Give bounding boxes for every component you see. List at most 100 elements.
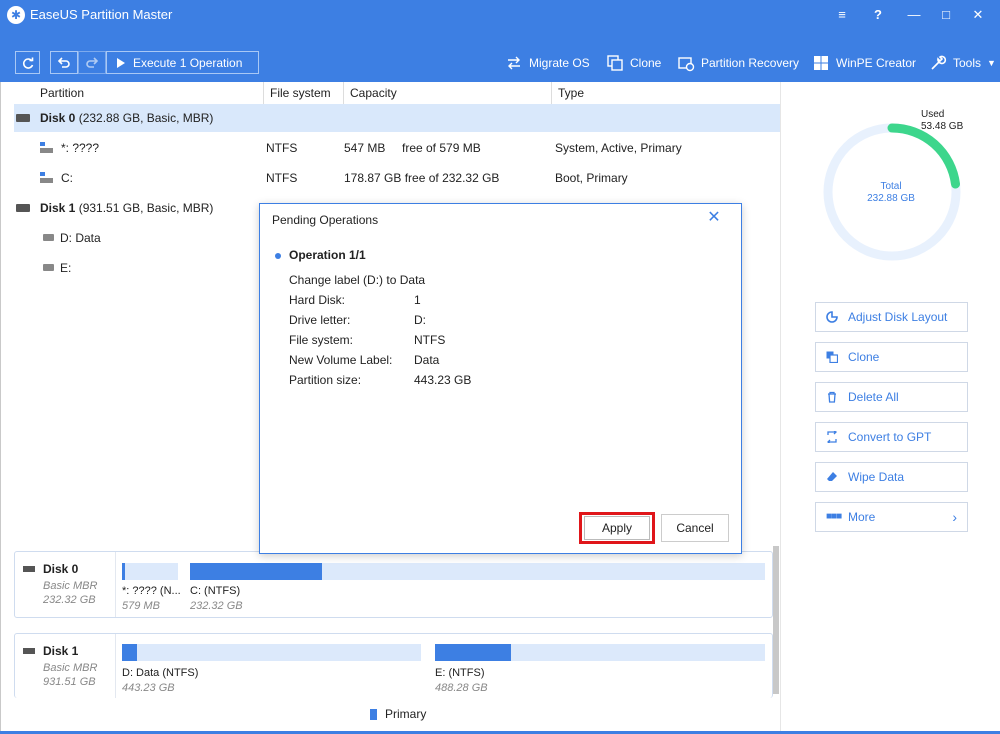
used-label: Used 53.48 GB [921, 109, 963, 133]
partition-icon [43, 234, 54, 241]
disk-icon [16, 114, 30, 122]
partition-map-label: E: (NTFS) [435, 667, 485, 679]
column-header-capacity[interactable]: Capacity [344, 82, 552, 104]
partition-capacity: 178.87 GB free of 232.32 GB [344, 171, 500, 185]
more-icon: ■■■ [826, 511, 842, 522]
column-header-partition[interactable]: Partition [34, 82, 264, 104]
convert-to-gpt-button[interactable]: Convert to GPT [815, 422, 968, 452]
detail-value: D: [414, 313, 426, 327]
action-label: Wipe Data [848, 470, 905, 484]
menu-icon[interactable]: ≡ [830, 4, 854, 26]
disk-map-size: 232.32 GB [43, 594, 96, 606]
disk-map-name: Disk 0 [43, 562, 79, 576]
partition-name: *: ???? [61, 141, 100, 155]
cancel-button[interactable]: Cancel [661, 514, 729, 542]
partition-bar-e[interactable] [435, 644, 765, 661]
recovery-icon [678, 57, 695, 72]
partition-bar-d[interactable] [122, 644, 421, 661]
wipe-icon [827, 472, 837, 481]
dialog-title: Pending Operations [272, 213, 379, 227]
disk-map-card-disk-0[interactable]: Disk 0 Basic MBR 232.32 GB *: ???? (N...… [14, 551, 773, 618]
detail-value: 1 [414, 293, 421, 307]
table-row-disk-0[interactable]: Disk 0 (232.88 GB, Basic, MBR) [14, 104, 780, 132]
redo-icon [86, 56, 99, 68]
column-header-file-system[interactable]: File system [264, 82, 344, 104]
disk-name: Disk 0 [40, 111, 76, 125]
table-row-partition-system[interactable]: *: ???? NTFS 547 MB free of 579 MB Syste… [14, 134, 780, 162]
action-label: Clone [848, 350, 880, 364]
partition-capacity-free: free of 579 MB [402, 141, 481, 155]
detail-value: Data [414, 353, 440, 367]
tool-label: Tools [953, 56, 982, 70]
action-label: Convert to GPT [848, 430, 932, 444]
detail-value: NTFS [414, 333, 446, 347]
chevron-right-icon: › [952, 509, 957, 525]
tool-winpe-creator[interactable]: WinPE Creator [812, 53, 916, 73]
adjust-icon [826, 311, 838, 323]
partition-map-size: 443.23 GB [122, 682, 175, 694]
disk-label: Disk 0 (232.88 GB, Basic, MBR) [40, 111, 213, 125]
partition-bar-fill [190, 563, 323, 580]
tool-label: Clone [630, 56, 662, 70]
partition-bar-fill [435, 644, 511, 661]
dialog-close-icon[interactable]: ✕ [706, 210, 722, 226]
clone-button[interactable]: Clone [815, 342, 968, 372]
adjust-disk-layout-button[interactable]: Adjust Disk Layout [815, 302, 968, 332]
delete-all-button[interactable]: Delete All [815, 382, 968, 412]
disk-detail: (232.88 GB, Basic, MBR) [78, 111, 214, 125]
partition-map-size: 488.28 GB [435, 682, 488, 694]
help-icon[interactable]: ? [866, 4, 890, 26]
refresh-button[interactable] [15, 51, 40, 74]
total-caption: Total [880, 181, 902, 192]
apply-button[interactable]: Apply [584, 516, 650, 540]
partition-bar-fill [122, 644, 137, 661]
total-value: 232.88 GB [867, 193, 915, 204]
disk-label: Disk 1 (931.51 GB, Basic, MBR) [40, 201, 213, 215]
disk-map-name: Disk 1 [43, 644, 79, 658]
disk-map-type: Basic MBR [43, 662, 98, 674]
action-label: Adjust Disk Layout [848, 310, 948, 324]
operation-bullet [275, 253, 281, 259]
tool-partition-recovery[interactable]: Partition Recovery [677, 53, 799, 73]
more-button[interactable]: ■■■ More › [815, 502, 968, 532]
redo-button[interactable] [78, 51, 106, 74]
wipe-data-button[interactable]: Wipe Data [815, 462, 968, 492]
disk-map-info: Disk 0 Basic MBR 232.32 GB [15, 552, 116, 617]
trash-icon [828, 391, 836, 403]
partition-name: E: [60, 261, 72, 275]
tool-tools-dropdown[interactable]: Tools ▼ [929, 53, 996, 73]
detail-key: New Volume Label: [289, 353, 393, 367]
minimize-button[interactable]: — [902, 4, 926, 26]
detail-value: 443.23 GB [414, 373, 472, 387]
disk-icon [23, 648, 35, 654]
clone-icon [607, 55, 623, 71]
partition-bar-c[interactable] [190, 563, 765, 580]
disk-icon [23, 566, 35, 572]
operation-description: Change label (D:) to Data [289, 273, 426, 287]
table-row-partition-c[interactable]: C: NTFS 178.87 GB free of 232.32 GB Boot… [14, 164, 780, 192]
pending-operations-dialog: Pending Operations ✕ Operation 1/1 Chang… [259, 203, 742, 554]
detail-key: File system: [289, 333, 354, 347]
disk-map-type: Basic MBR [43, 580, 98, 592]
partition-bar-fill [122, 563, 125, 580]
partition-type: System, Active, Primary [555, 141, 682, 155]
used-value: 53.48 GB [921, 121, 964, 132]
partition-capacity-used: 547 MB [344, 141, 386, 155]
column-header-type[interactable]: Type [552, 82, 780, 104]
tool-migrate-os[interactable]: Migrate OS [505, 53, 590, 73]
legend-label: Primary [385, 707, 427, 721]
partition-map-size: 579 MB [122, 600, 160, 612]
app-logo-icon: ✱ [7, 6, 25, 24]
scrollbar[interactable] [773, 546, 779, 694]
partition-map-label: *: ???? (N... [122, 585, 181, 597]
partition-bar-system[interactable] [122, 563, 178, 580]
tool-clone[interactable]: Clone [606, 53, 661, 73]
disk-map-card-disk-1[interactable]: Disk 1 Basic MBR 931.51 GB D: Data (NTFS… [14, 633, 773, 698]
tool-label: WinPE Creator [836, 56, 917, 70]
close-button[interactable]: ✕ [966, 4, 990, 26]
execute-operation-button[interactable]: Execute 1 Operation [106, 51, 259, 74]
partition-map-label: D: Data (NTFS) [122, 667, 199, 679]
undo-button[interactable] [50, 51, 78, 74]
undo-icon [57, 56, 70, 68]
maximize-button[interactable]: □ [934, 4, 958, 26]
